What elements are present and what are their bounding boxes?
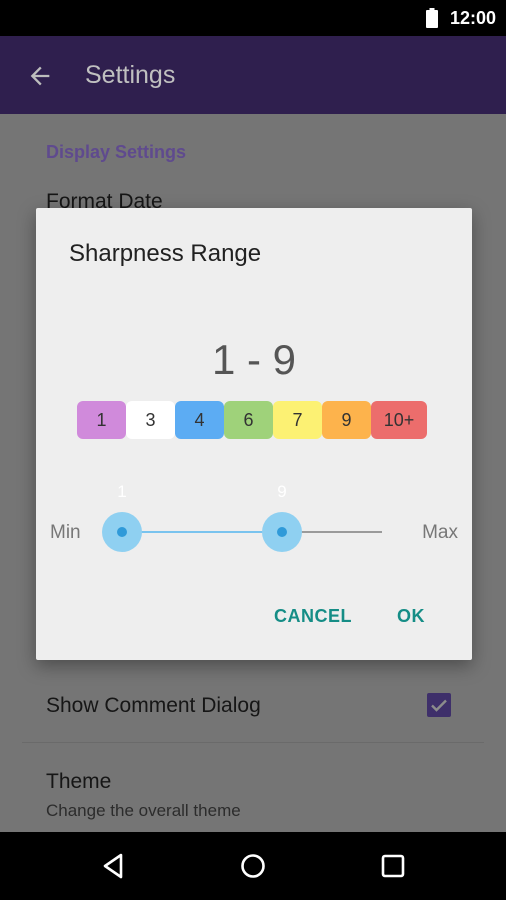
setting-show-comment-dialog[interactable]: Show Comment Dialog — [46, 694, 261, 718]
page-title: Settings — [85, 61, 176, 89]
sharpness-range-dialog: Sharpness Range 1 - 9 1 3 4 6 7 9 10+ Mi… — [36, 208, 472, 660]
cancel-button[interactable]: CANCEL — [274, 606, 352, 627]
battery-icon — [426, 8, 438, 28]
sharpness-chip-3[interactable]: 3 — [126, 401, 175, 439]
setting-theme-subtitle: Change the overall theme — [46, 801, 241, 820]
range-value-display: 1 - 9 — [211, 336, 297, 383]
sharpness-chip-4[interactable]: 4 — [175, 401, 224, 439]
nav-recents-icon[interactable] — [377, 850, 409, 882]
arrow-back-icon[interactable] — [26, 62, 54, 90]
sharpness-chip-6[interactable]: 6 — [224, 401, 273, 439]
app-bar: Settings — [0, 36, 506, 114]
slider-high-thumb[interactable] — [262, 512, 302, 552]
status-time: 12:00 — [449, 8, 496, 28]
slider-min-label: Min — [50, 522, 81, 543]
slider-high-value-label: 9 — [277, 482, 287, 501]
status-bar: 12:00 — [0, 0, 506, 36]
show-comment-dialog-checkbox[interactable] — [427, 693, 451, 717]
nav-home-icon[interactable] — [237, 850, 269, 882]
slider-max-label: Max — [422, 522, 458, 543]
navigation-bar — [0, 832, 506, 900]
slider-track-active — [120, 531, 281, 533]
sharpness-chip-9[interactable]: 9 — [322, 401, 371, 439]
ok-button[interactable]: OK — [397, 606, 425, 627]
divider — [22, 742, 484, 743]
sharpness-chip-10plus[interactable]: 10+ — [371, 401, 427, 439]
dialog-title: Sharpness Range — [69, 240, 262, 267]
nav-back-icon[interactable] — [97, 850, 129, 882]
setting-theme-title[interactable]: Theme — [46, 770, 111, 794]
sharpness-chip-1[interactable]: 1 — [77, 401, 126, 439]
sharpness-chip-7[interactable]: 7 — [273, 401, 322, 439]
slider-low-value-label: 1 — [117, 482, 127, 501]
sharpness-chips: 1 3 4 6 7 9 10+ — [77, 401, 431, 439]
slider-low-thumb[interactable] — [102, 512, 142, 552]
section-header-display-settings: Display Settings — [46, 142, 187, 162]
check-icon — [431, 699, 447, 712]
range-slider[interactable]: 1 9 — [102, 482, 402, 552]
